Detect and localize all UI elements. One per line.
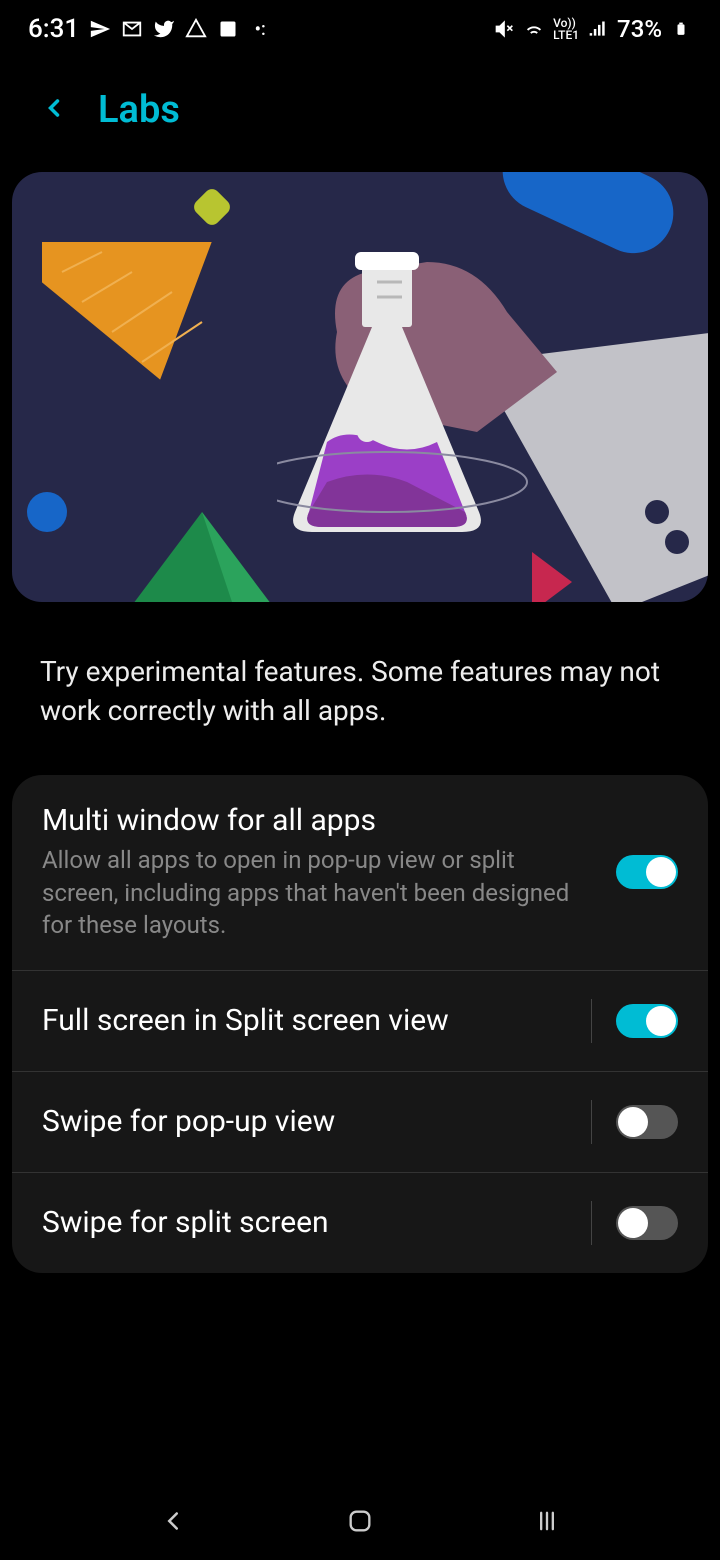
- wifi-icon: [523, 18, 545, 40]
- back-button[interactable]: [40, 91, 68, 129]
- multi-window-text: Multi window for all apps Allow all apps…: [42, 803, 616, 941]
- app-header: Labs: [0, 58, 720, 172]
- swipe-popup-toggle[interactable]: [616, 1105, 678, 1139]
- swipe-split-text: Swipe for split screen: [42, 1205, 591, 1240]
- status-bar: 6:31 •: Vo))LTE1 73%: [0, 0, 720, 58]
- swipe-popup-setting[interactable]: Swipe for pop-up view: [12, 1072, 708, 1173]
- mute-icon: [493, 18, 515, 40]
- multi-window-toggle[interactable]: [616, 855, 678, 889]
- telegram-icon: [89, 18, 111, 40]
- swipe-split-setting[interactable]: Swipe for split screen: [12, 1173, 708, 1273]
- nav-home-button[interactable]: [330, 1501, 390, 1541]
- page-title: Labs: [98, 88, 180, 132]
- swipe-split-toggle[interactable]: [616, 1206, 678, 1240]
- divider: [591, 999, 592, 1043]
- swipe-split-title: Swipe for split screen: [42, 1205, 571, 1240]
- volte-icon: Vo))LTE1: [553, 17, 579, 41]
- twitter-icon: [153, 18, 175, 40]
- nav-recents-button[interactable]: [517, 1501, 577, 1541]
- signal-icon: [587, 18, 609, 40]
- nav-back-button[interactable]: [143, 1501, 203, 1541]
- labs-description: Try experimental features. Some features…: [0, 602, 720, 775]
- navigation-bar: [0, 1500, 720, 1560]
- gallery-icon: [217, 18, 239, 40]
- full-screen-split-text: Full screen in Split screen view: [42, 1003, 591, 1038]
- multi-window-setting[interactable]: Multi window for all apps Allow all apps…: [12, 775, 708, 970]
- hero-illustration: [12, 172, 708, 602]
- multi-window-subtitle: Allow all apps to open in pop-up view or…: [42, 844, 596, 941]
- multi-window-title: Multi window for all apps: [42, 803, 596, 838]
- battery-percent: 73%: [617, 15, 662, 43]
- divider: [591, 1201, 592, 1245]
- status-left: 6:31 •:: [28, 14, 271, 44]
- full-screen-split-title: Full screen in Split screen view: [42, 1003, 571, 1038]
- status-time: 6:31: [28, 14, 79, 44]
- full-screen-split-toggle[interactable]: [616, 1004, 678, 1038]
- status-right: Vo))LTE1 73%: [493, 15, 692, 43]
- dots-icon: •:: [249, 18, 271, 40]
- full-screen-split-setting[interactable]: Full screen in Split screen view: [12, 971, 708, 1072]
- battery-icon: [670, 18, 692, 40]
- divider: [591, 1100, 592, 1144]
- swipe-popup-title: Swipe for pop-up view: [42, 1104, 571, 1139]
- drive-icon: [185, 18, 207, 40]
- settings-card: Multi window for all apps Allow all apps…: [12, 775, 708, 1272]
- swipe-popup-text: Swipe for pop-up view: [42, 1104, 591, 1139]
- gmail-icon: [121, 18, 143, 40]
